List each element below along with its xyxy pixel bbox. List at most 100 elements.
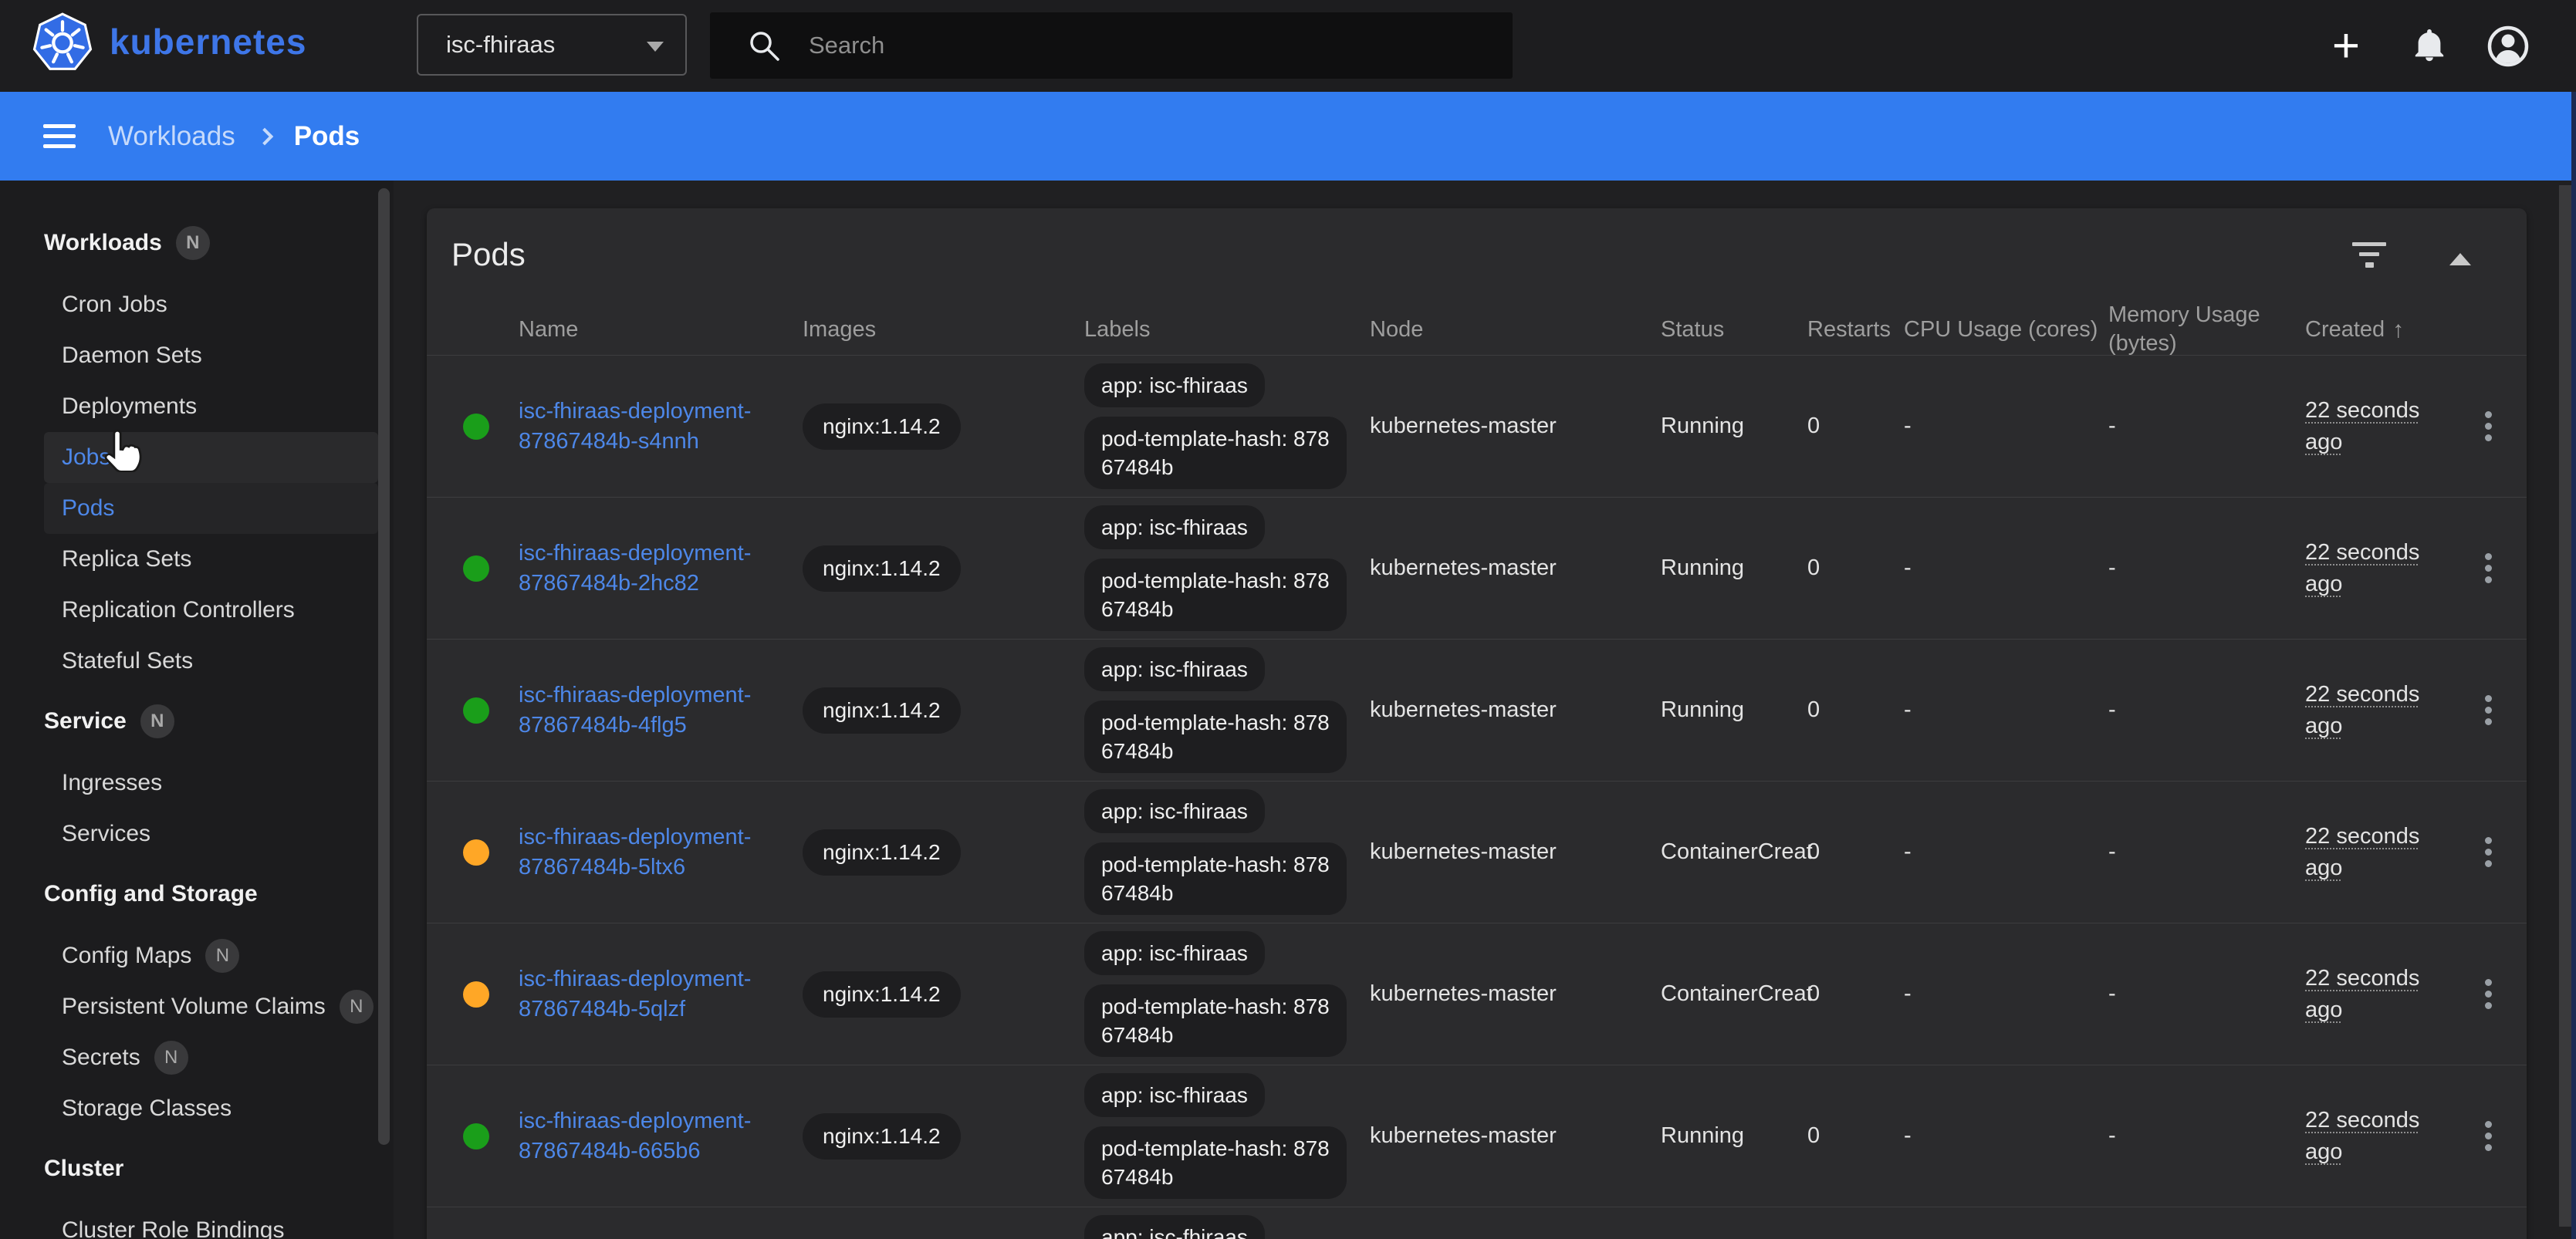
sidebar-item-config-maps[interactable]: Config Maps N <box>44 930 378 981</box>
mouse-cursor-pointer-icon <box>99 426 142 472</box>
namespace-select[interactable]: isc-fhiraas <box>417 14 687 76</box>
label-chip: pod-template-hash: 87867484b <box>1084 559 1347 631</box>
namespaced-badge: N <box>154 1041 188 1075</box>
more-vert-icon[interactable] <box>2480 1112 2497 1160</box>
pod-status-icon <box>463 839 489 866</box>
label-chip: app: isc-fhiraas <box>1084 363 1265 407</box>
label-chip: pod-template-hash: 87867484b <box>1084 701 1347 773</box>
more-vert-icon[interactable] <box>2480 828 2497 876</box>
brand-title: kubernetes <box>110 21 306 62</box>
search-placeholder: Search <box>809 32 884 59</box>
brand[interactable]: kubernetes <box>32 11 306 73</box>
pod-name-link[interactable]: isc-fhiraas-deployment-87867484b-4flg5 <box>519 680 803 741</box>
sidebar-item-replica-sets[interactable]: Replica Sets <box>44 534 378 585</box>
node-cell: kubernetes-master <box>1370 981 1651 1007</box>
notifications-button[interactable] <box>2392 0 2466 92</box>
kubernetes-dashboard: kubernetes isc-fhiraas Search + <box>0 0 2576 1239</box>
sidebar-item-ingresses[interactable]: Ingresses <box>44 758 378 809</box>
account-icon <box>2486 25 2530 68</box>
status-cell: ContainerCreat <box>1651 839 1798 865</box>
collapse-icon[interactable] <box>2449 253 2471 265</box>
sidebar-item-stateful-sets[interactable]: Stateful Sets <box>44 636 378 687</box>
sidebar-item-jobs[interactable]: Jobs <box>44 432 378 483</box>
pod-name-link[interactable]: isc-fhiraas-deployment-87867484b-s4nnh <box>519 397 803 457</box>
sidebar-scrollbar[interactable] <box>378 188 390 1145</box>
pod-name-link[interactable]: isc-fhiraas-deployment-87867484b-2hc82 <box>519 538 803 599</box>
sidebar-nav: Workloads N Cron Jobs Daemon Sets Deploy… <box>0 181 394 1239</box>
namespaced-badge: N <box>205 939 239 973</box>
label-chip: pod-template-hash: 87867484b <box>1084 984 1347 1057</box>
label-chip: app: isc-fhiraas <box>1084 789 1265 833</box>
chevron-down-icon <box>647 42 664 52</box>
create-resource-button[interactable]: + <box>2307 0 2385 92</box>
sidebar-item-cluster-role-bindings[interactable]: Cluster Role Bindings <box>44 1205 378 1239</box>
image-chip: nginx:1.14.2 <box>803 971 961 1018</box>
pod-name-link[interactable]: isc-fhiraas-deployment-87867484b-5ltx6 <box>519 822 803 883</box>
namespaced-badge: N <box>340 990 374 1024</box>
pods-card: Pods Name Images Labels Node Status Rest… <box>427 208 2527 1239</box>
table-row: isc-fhiraas-deployment-87867484b-665b6 n… <box>427 1065 2527 1207</box>
search-bar[interactable]: Search <box>710 12 1513 79</box>
pod-status-icon <box>463 555 489 582</box>
sidebar-section-config-storage: Config and Storage <box>0 869 394 920</box>
label-chip: app: isc-fhiraas <box>1084 505 1265 549</box>
sidebar-item-cron-jobs[interactable]: Cron Jobs <box>44 279 378 330</box>
more-vert-icon[interactable] <box>2480 402 2497 451</box>
more-vert-icon[interactable] <box>2480 686 2497 734</box>
status-cell: Running <box>1651 555 1798 581</box>
sidebar-item-daemon-sets[interactable]: Daemon Sets <box>44 330 378 381</box>
namespace-value: isc-fhiraas <box>446 31 555 59</box>
sidebar-item-storage-classes[interactable]: Storage Classes <box>44 1083 378 1134</box>
table-row: isc-fhiraas-deployment-87867484b-4flg5 n… <box>427 639 2527 781</box>
created-cell: 22 seconds ago <box>2305 963 2450 1026</box>
more-vert-icon[interactable] <box>2480 970 2497 1018</box>
sidebar-section-workloads: Workloads N <box>0 218 394 268</box>
window-edge <box>2571 92 2576 1239</box>
sidebar-item-services[interactable]: Services <box>44 809 378 859</box>
pod-name-link[interactable]: isc-fhiraas-deployment-87867484b-665b6 <box>519 1106 803 1166</box>
column-header-node: Node <box>1370 316 1651 344</box>
sidebar-section-service: Service N <box>0 696 394 747</box>
column-header-status: Status <box>1651 316 1798 344</box>
pod-name-link[interactable]: isc-fhiraas-deployment-87867484b-5qlzf <box>519 964 803 1025</box>
sidebar-section-cluster: Cluster <box>0 1143 394 1194</box>
node-cell: kubernetes-master <box>1370 1123 1651 1149</box>
sidebar-item-deployments[interactable]: Deployments <box>44 381 378 432</box>
account-button[interactable] <box>2470 0 2547 92</box>
main-content: Pods Name Images Labels Node Status Rest… <box>394 181 2576 1239</box>
label-chip: pod-template-hash: 87867484b <box>1084 1126 1347 1199</box>
column-header-restarts: Restarts <box>1798 316 1895 344</box>
sidebar-item-persistent-volume-claims[interactable]: Persistent Volume Claims N <box>44 981 378 1032</box>
page-scrollbar[interactable] <box>2559 185 2571 1227</box>
more-vert-icon[interactable] <box>2480 544 2497 592</box>
cpu-cell: - <box>1895 839 2099 865</box>
created-cell: 22 seconds ago <box>2305 679 2450 742</box>
table-row: isc-fhiraas-deployment-87867484b-5qlzf n… <box>427 923 2527 1065</box>
image-chip: nginx:1.14.2 <box>803 545 961 592</box>
column-header-created[interactable]: Created ↑ <box>2296 316 2450 344</box>
filter-icon[interactable] <box>2352 242 2386 274</box>
label-chip: pod-template-hash: 87867484b <box>1084 842 1347 915</box>
memory-cell: - <box>2099 414 2296 439</box>
status-cell: ContainerCreat <box>1651 981 1798 1007</box>
sidebar-item-pods[interactable]: Pods <box>44 483 378 534</box>
column-header-images: Images <box>803 316 1084 344</box>
label-chip: app: isc-fhiraas <box>1084 931 1265 975</box>
page-title: Pods <box>294 121 360 152</box>
status-cell: Running <box>1651 697 1798 723</box>
cpu-cell: - <box>1895 1123 2099 1149</box>
node-cell: kubernetes-master <box>1370 839 1651 865</box>
sidebar-item-replication-controllers[interactable]: Replication Controllers <box>44 585 378 636</box>
label-chip: app: isc-fhiraas <box>1084 1073 1265 1117</box>
menu-icon[interactable] <box>43 118 76 154</box>
sidebar-item-secrets[interactable]: Secrets N <box>44 1032 378 1083</box>
node-cell: kubernetes-master <box>1370 414 1651 439</box>
table-row: isc-fhiraas-deployment-87867484b-s4nnh n… <box>427 355 2527 497</box>
column-header-name[interactable]: Name <box>519 316 803 344</box>
card-title: Pods <box>451 236 526 273</box>
status-cell: Running <box>1651 1123 1798 1149</box>
breadcrumb-parent[interactable]: Workloads <box>108 121 235 152</box>
breadcrumb-bar: Workloads Pods <box>0 92 2576 181</box>
breadcrumb: Workloads Pods <box>108 121 360 152</box>
memory-cell: - <box>2099 1123 2296 1149</box>
